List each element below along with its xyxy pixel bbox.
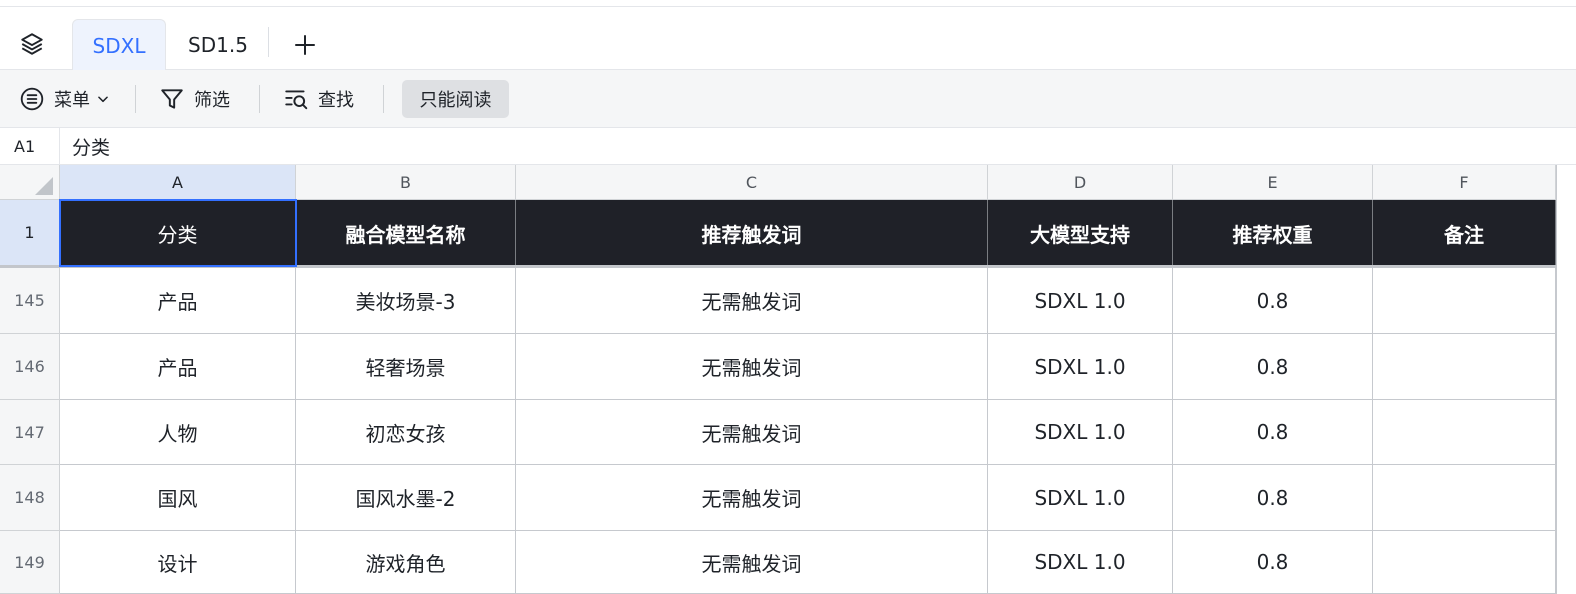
toolbar-divider xyxy=(135,85,136,113)
table-cell[interactable]: 国风 xyxy=(60,465,296,531)
table-cell[interactable]: SDXL 1.0 xyxy=(988,334,1173,400)
select-all-icon xyxy=(35,177,53,195)
table-cell[interactable] xyxy=(1373,334,1556,400)
table-cell[interactable]: 初恋女孩 xyxy=(296,400,516,465)
table-cell[interactable]: 无需触发词 xyxy=(516,268,988,334)
filter-label: 筛选 xyxy=(194,90,230,111)
tab-sd15[interactable]: SD1.5 xyxy=(170,19,266,71)
table-cell[interactable]: SDXL 1.0 xyxy=(988,400,1173,465)
table-cell[interactable]: 0.8 xyxy=(1173,531,1373,594)
table-cell[interactable]: 0.8 xyxy=(1173,268,1373,334)
filter-icon xyxy=(158,85,186,113)
table-cell[interactable] xyxy=(1373,400,1556,465)
find-label: 查找 xyxy=(318,90,354,111)
chevron-down-icon xyxy=(96,92,110,106)
header-cell-category[interactable]: 分类 xyxy=(60,200,296,266)
row-header[interactable]: 1 xyxy=(0,200,60,266)
table-cell[interactable]: 设计 xyxy=(60,531,296,594)
readonly-badge[interactable]: 只能阅读 xyxy=(402,80,509,118)
filter-button[interactable]: 筛选 xyxy=(158,80,230,118)
sheet-tab-bar: SDXL SD1.5 xyxy=(0,7,1576,71)
table-cell[interactable]: 轻奢场景 xyxy=(296,334,516,400)
header-cell-trigger-word[interactable]: 推荐触发词 xyxy=(516,200,988,266)
column-header-a[interactable]: A xyxy=(60,165,296,200)
table-cell[interactable]: 无需触发词 xyxy=(516,400,988,465)
header-cell-model-name[interactable]: 融合模型名称 xyxy=(296,200,516,266)
table-cell[interactable]: SDXL 1.0 xyxy=(988,531,1173,594)
table-cell[interactable]: 0.8 xyxy=(1173,334,1373,400)
header-cell-notes[interactable]: 备注 xyxy=(1373,200,1556,266)
table-cell[interactable]: 美妆场景-3 xyxy=(296,268,516,334)
header-cell-base-model[interactable]: 大模型支持 xyxy=(988,200,1173,266)
tab-label: SDXL xyxy=(92,33,146,58)
tab-sdxl[interactable]: SDXL xyxy=(72,19,166,71)
row-header[interactable]: 146 xyxy=(0,334,60,400)
toolbar-divider xyxy=(383,85,384,113)
table-cell[interactable] xyxy=(1373,268,1556,334)
column-header-e[interactable]: E xyxy=(1173,165,1373,200)
column-header-d[interactable]: D xyxy=(988,165,1173,200)
table-cell[interactable] xyxy=(1373,465,1556,531)
table-cell[interactable]: SDXL 1.0 xyxy=(988,268,1173,334)
formula-value[interactable]: 分类 xyxy=(72,128,110,165)
row-header[interactable]: 149 xyxy=(0,531,60,594)
formula-bar: A1 分类 xyxy=(0,128,1576,165)
header-cell-weight[interactable]: 推荐权重 xyxy=(1173,200,1373,266)
table-cell[interactable] xyxy=(1373,531,1556,594)
table-cell[interactable]: SDXL 1.0 xyxy=(988,465,1173,531)
table-cell[interactable]: 无需触发词 xyxy=(516,465,988,531)
table-cell[interactable]: 国风水墨-2 xyxy=(296,465,516,531)
grid-right-gutter xyxy=(1556,165,1576,594)
layers-icon[interactable] xyxy=(14,28,50,60)
table-cell[interactable]: 无需触发词 xyxy=(516,531,988,594)
table-cell[interactable]: 0.8 xyxy=(1173,400,1373,465)
menu-label: 菜单 xyxy=(54,90,90,111)
column-header-c[interactable]: C xyxy=(516,165,988,200)
tab-label: SD1.5 xyxy=(188,33,248,57)
table-cell[interactable]: 产品 xyxy=(60,268,296,334)
add-sheet-icon[interactable] xyxy=(286,29,324,61)
table-cell[interactable]: 无需触发词 xyxy=(516,334,988,400)
table-cell[interactable]: 游戏角色 xyxy=(296,531,516,594)
window-top-strip xyxy=(0,0,1576,7)
select-all-corner[interactable] xyxy=(0,165,60,200)
find-button[interactable]: 查找 xyxy=(282,80,354,118)
cell-reference[interactable]: A1 xyxy=(0,128,60,165)
column-header-f[interactable]: F xyxy=(1373,165,1556,200)
table-cell[interactable]: 产品 xyxy=(60,334,296,400)
table-cell[interactable]: 人物 xyxy=(60,400,296,465)
column-header-row: A B C D E F xyxy=(0,165,1576,200)
table-cell[interactable]: 0.8 xyxy=(1173,465,1373,531)
menu-button[interactable]: 菜单 xyxy=(18,80,110,118)
toolbar: 菜单 筛选 查找 只能阅读 xyxy=(0,70,1576,128)
row-header[interactable]: 148 xyxy=(0,465,60,531)
tab-divider xyxy=(268,27,269,57)
menu-icon xyxy=(18,85,46,113)
toolbar-divider xyxy=(259,85,260,113)
row-header[interactable]: 147 xyxy=(0,400,60,465)
row-header[interactable]: 145 xyxy=(0,268,60,334)
find-icon xyxy=(282,85,310,113)
column-header-b[interactable]: B xyxy=(296,165,516,200)
